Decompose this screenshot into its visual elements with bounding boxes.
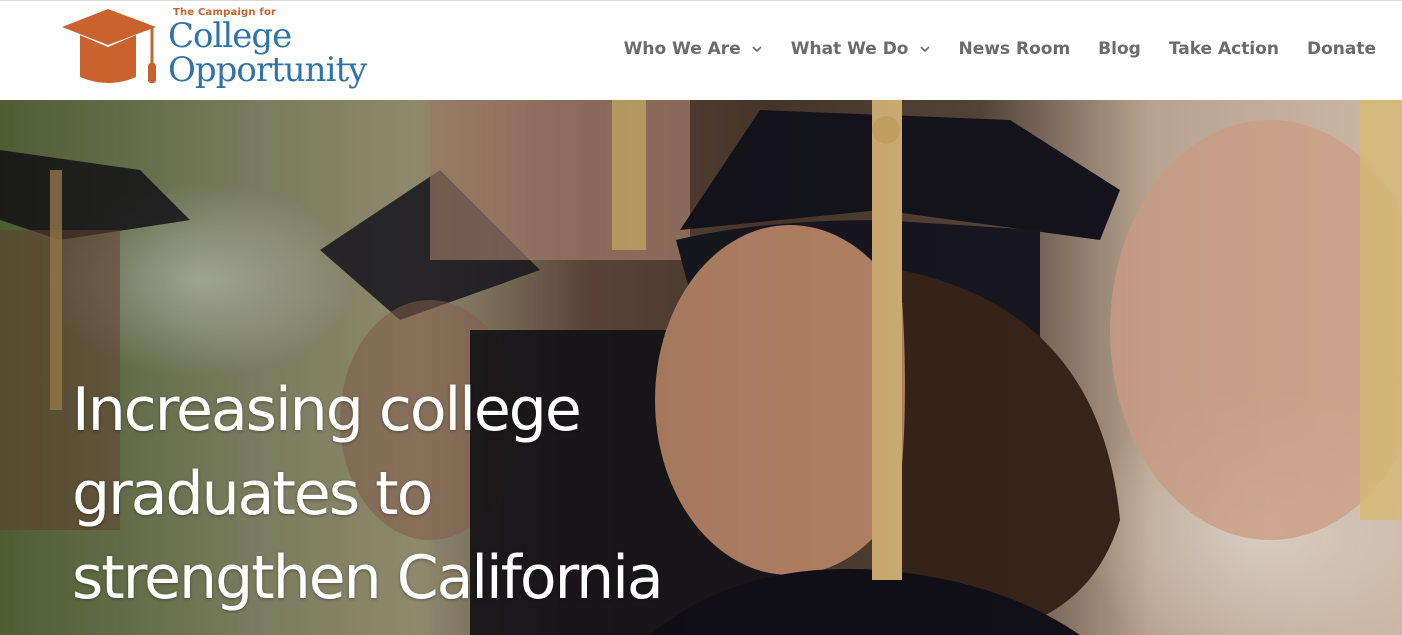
graduation-cap-logo-icon: [62, 9, 156, 83]
nav-item-who-we-are[interactable]: Who We Are: [624, 39, 763, 59]
nav-item-what-we-do[interactable]: What We Do: [791, 39, 931, 59]
hero-headline: Increasing college graduates to strength…: [72, 368, 664, 620]
nav-item-take-action[interactable]: Take Action: [1169, 39, 1279, 59]
nav-item-label: Donate: [1306, 39, 1376, 59]
nav-item-label: Who We Are: [623, 39, 741, 59]
nav-item-donate[interactable]: Donate: [1307, 39, 1376, 59]
chevron-down-icon: [752, 46, 762, 53]
chevron-down-icon: [919, 46, 930, 53]
nav-item-news-room[interactable]: News Room: [959, 39, 1071, 59]
nav-item-label: Blog: [1098, 39, 1141, 59]
site-header: The Campaign for College Opportunity Who…: [0, 0, 1402, 100]
logo-wordmark-line2: Opportunity: [168, 50, 367, 90]
nav-item-label: What We Do: [790, 39, 909, 59]
hero-banner: Increasing college graduates to strength…: [0, 100, 1402, 635]
nav-item-label: News Room: [958, 39, 1071, 59]
hero-headline-line3: strengthen California: [72, 543, 664, 613]
main-nav: Who We Are What We Do News Room Blog Tak…: [624, 39, 1376, 59]
site-logo[interactable]: The Campaign for College Opportunity: [60, 7, 380, 97]
nav-item-label: Take Action: [1168, 39, 1279, 59]
hero-headline-line2: graduates to: [72, 459, 433, 529]
nav-item-blog[interactable]: Blog: [1098, 39, 1141, 59]
hero-headline-line1: Increasing college: [72, 375, 582, 445]
